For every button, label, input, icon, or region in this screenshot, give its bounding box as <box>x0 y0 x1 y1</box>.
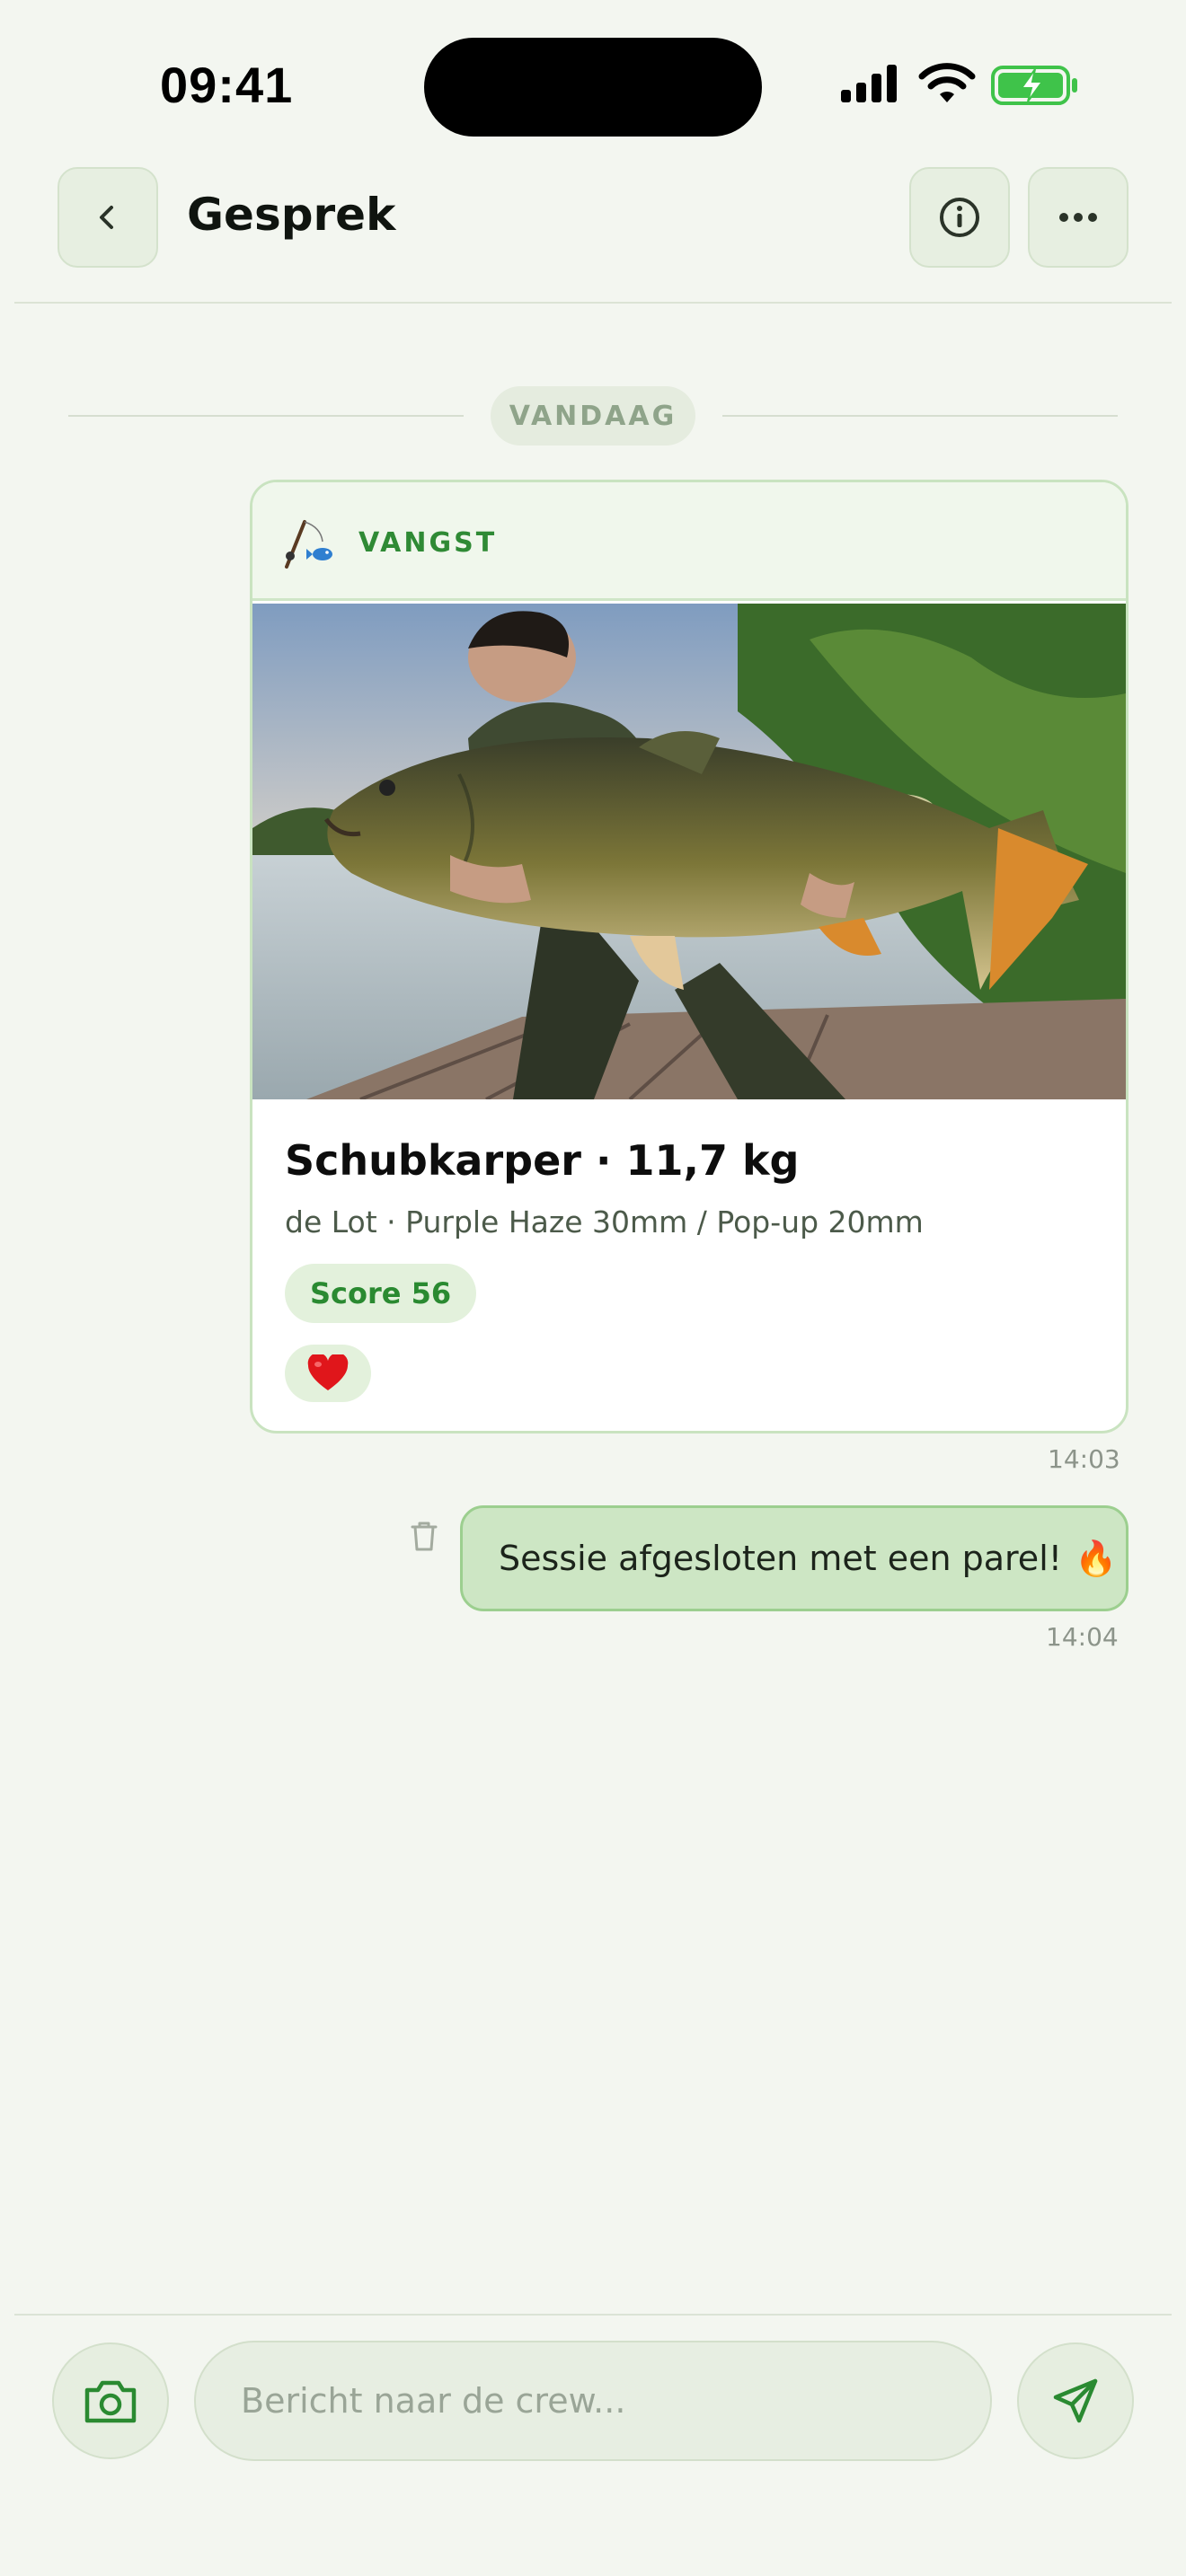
camera-button[interactable] <box>52 2342 169 2459</box>
message-text: Sessie afgesloten met een parel! <box>499 1539 1062 1578</box>
catch-card-header: VANGST <box>252 482 1126 601</box>
date-separator: VANDAAG <box>491 386 695 446</box>
heart-icon <box>307 1354 349 1390</box>
catch-kind-label: VANGST <box>358 527 498 559</box>
fishing-rod-icon <box>285 520 332 569</box>
fire-emoji: 🔥 <box>1074 1538 1118 1578</box>
dynamic-island <box>424 38 762 137</box>
status-time: 09:41 <box>160 57 294 113</box>
catch-message-time: 14:03 <box>1048 1444 1120 1474</box>
wifi-icon <box>918 63 976 102</box>
back-button[interactable] <box>58 167 158 268</box>
message-input-field[interactable] <box>194 2341 992 2461</box>
trash-icon[interactable] <box>406 1518 442 1554</box>
info-icon <box>940 198 979 237</box>
score-badge: Score 56 <box>285 1264 477 1323</box>
signal-icon <box>841 65 897 102</box>
conversation-title: Gesprek <box>187 189 396 241</box>
more-button[interactable] <box>1028 167 1128 268</box>
send-icon <box>1053 2378 1098 2423</box>
catch-details: de Lot · Purple Haze 30mm / Pop-up 20mm <box>285 1204 924 1239</box>
header-divider <box>14 302 1172 304</box>
reaction-button[interactable] <box>285 1345 371 1402</box>
catch-title: Schubkarper · 11,7 kg <box>285 1136 800 1185</box>
battery-icon <box>991 66 1077 105</box>
info-button[interactable] <box>909 167 1010 268</box>
send-button[interactable] <box>1017 2342 1134 2459</box>
more-horizontal-icon <box>1059 213 1097 222</box>
message-input[interactable] <box>241 2381 990 2421</box>
text-message-time: 14:04 <box>1046 1622 1119 1652</box>
composer-divider <box>14 2314 1172 2316</box>
catch-photo[interactable] <box>252 604 1126 1099</box>
separator-line-left <box>68 415 464 417</box>
chevron-left-icon <box>100 206 113 229</box>
catch-card[interactable]: VANGST Schubkarper · 11,7 kg de Lot · Pu… <box>250 480 1128 1434</box>
separator-line-right <box>722 415 1118 417</box>
message-bubble[interactable]: Sessie afgesloten met een parel! 🔥 <box>460 1505 1128 1611</box>
camera-icon <box>84 2380 137 2423</box>
